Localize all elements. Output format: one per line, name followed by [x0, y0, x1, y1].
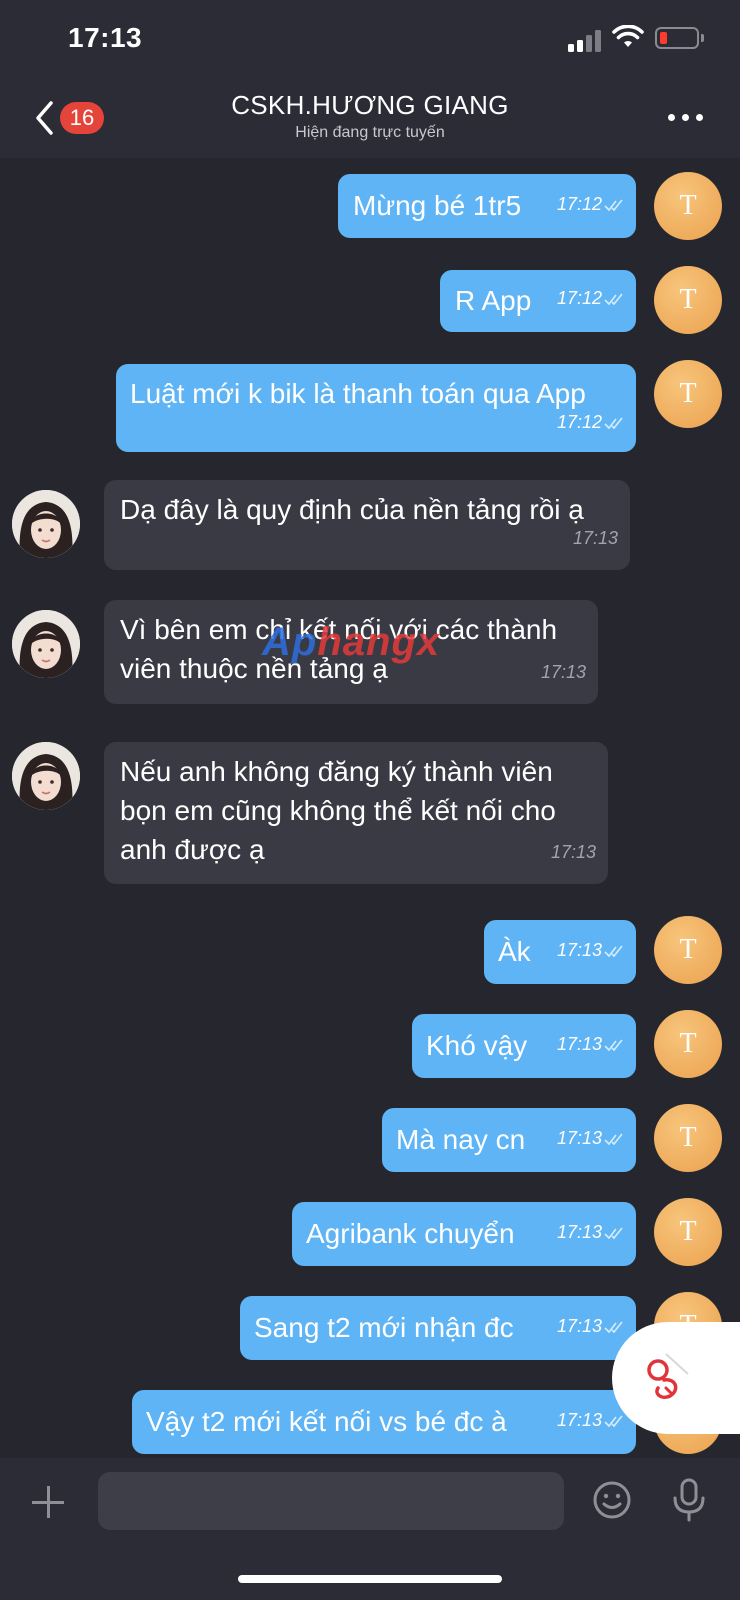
back-icon — [36, 101, 53, 135]
message-time: 17:13 — [550, 842, 596, 862]
check-icon — [604, 293, 623, 305]
message-meta: 17:13 — [557, 1213, 626, 1252]
message-outgoing[interactable]: Agribank chuyển 17:13 — [292, 1202, 636, 1266]
message-time: 17:13 — [556, 1222, 602, 1242]
contact-avatar[interactable] — [12, 742, 80, 810]
message-text: Mừng bé 1tr5 — [353, 190, 522, 221]
message-time: 17:12 — [556, 194, 602, 214]
check-icon — [604, 1321, 623, 1333]
plus-icon[interactable] — [30, 1484, 66, 1520]
message-time: 17:13 — [556, 1316, 602, 1336]
wifi-icon — [612, 25, 644, 47]
status-bar: 17:13 — [0, 0, 740, 82]
online-status: Hiện đang trực tuyến — [295, 124, 445, 141]
message-time: 17:13 — [556, 1034, 602, 1054]
watermark-part2: hangx — [317, 620, 441, 664]
message-list[interactable]: Mừng bé 1tr5 17:12 T R App 17:12 T Luật … — [0, 158, 740, 1458]
emoji-icon[interactable] — [592, 1480, 632, 1520]
message-time: 17:13 — [540, 662, 586, 682]
message-outgoing[interactable]: R App 17:12 — [440, 270, 636, 332]
message-meta: 17:13 — [557, 931, 626, 970]
avatar[interactable]: T — [654, 360, 722, 428]
message-meta: 17:12 — [557, 185, 626, 224]
home-indicator[interactable] — [238, 1575, 502, 1583]
message-meta: 17:13 — [557, 1025, 626, 1064]
message-text: Dạ đây là quy định của nền tảng rồi ạ — [120, 494, 584, 525]
message-outgoing[interactable]: Khó vậy 17:13 — [412, 1014, 636, 1078]
message-text: Àk — [498, 936, 531, 967]
message-outgoing[interactable]: Sang t2 mới nhận đc 17:13 — [240, 1296, 636, 1360]
contact-photo-icon — [12, 610, 80, 678]
message-outgoing[interactable]: Àk 17:13 — [484, 920, 636, 984]
signal-icon — [568, 28, 604, 52]
message-time: 17:12 — [556, 412, 602, 432]
message-text: Sang t2 mới nhận đc — [254, 1312, 514, 1343]
microphone-icon[interactable] — [671, 1478, 707, 1522]
message-time: 17:13 — [556, 1128, 602, 1148]
check-icon — [604, 1227, 623, 1239]
float-app-icon — [647, 1353, 689, 1400]
avatar[interactable]: T — [654, 1104, 722, 1172]
avatar[interactable]: T — [654, 1198, 722, 1266]
message-input[interactable] — [98, 1472, 564, 1530]
message-time: 17:12 — [556, 288, 602, 308]
status-time: 17:13 — [68, 22, 143, 53]
contact-avatar[interactable] — [12, 490, 80, 558]
message-text: Mà nay cn — [396, 1124, 526, 1155]
message-time: 17:13 — [572, 528, 618, 548]
back-button[interactable]: 16 — [30, 98, 110, 138]
chat-header: 16 CSKH.HƯƠNG GIANG Hiện đang trực tuyến — [0, 82, 740, 158]
message-time: 17:13 — [556, 1410, 602, 1430]
message-meta: 17:12 — [557, 403, 626, 442]
check-icon — [604, 199, 623, 211]
avatar[interactable]: T — [654, 1010, 722, 1078]
message-text: Vậy t2 mới kết nối vs bé đc à — [146, 1406, 507, 1437]
unread-count-badge: 16 — [60, 102, 104, 134]
message-text: Nếu anh không đăng ký thành viên bọn em … — [120, 756, 556, 865]
message-text: Luật mới k bik là thanh toán qua App — [130, 378, 586, 409]
message-meta: 17:13 — [557, 1307, 626, 1346]
message-time: 17:13 — [556, 940, 602, 960]
check-icon — [604, 945, 623, 957]
message-outgoing[interactable]: Mà nay cn 17:13 — [382, 1108, 636, 1172]
avatar[interactable]: T — [654, 916, 722, 984]
battery-icon — [655, 27, 699, 49]
contact-photo-icon — [12, 490, 80, 558]
message-text: Khó vậy — [426, 1030, 528, 1061]
message-text: R App — [455, 285, 532, 316]
check-icon — [604, 417, 623, 429]
watermark: Aphangx — [262, 620, 440, 665]
message-meta: 17:12 — [557, 279, 626, 318]
avatar[interactable]: T — [654, 266, 722, 334]
check-icon — [604, 1133, 623, 1145]
contact-photo-icon — [12, 742, 80, 810]
message-outgoing[interactable]: Luật mới k bik là thanh toán qua App 17:… — [116, 364, 636, 452]
contact-name[interactable]: CSKH.HƯƠNG GIANG — [120, 90, 620, 121]
floating-app-button[interactable] — [612, 1322, 740, 1434]
watermark-part1: Ap — [262, 620, 318, 664]
check-icon — [604, 1415, 623, 1427]
battery-nub — [701, 34, 704, 42]
message-meta: 17:13 — [557, 1119, 626, 1158]
contact-avatar[interactable] — [12, 610, 80, 678]
check-icon — [604, 1039, 623, 1051]
message-incoming[interactable]: Dạ đây là quy định của nền tảng rồi ạ 17… — [104, 480, 630, 570]
message-incoming[interactable]: Nếu anh không đăng ký thành viên bọn em … — [104, 742, 608, 884]
message-outgoing[interactable]: Vậy t2 mới kết nối vs bé đc à 17:13 — [132, 1390, 636, 1454]
more-button[interactable] — [666, 106, 706, 130]
message-outgoing[interactable]: Mừng bé 1tr5 17:12 — [338, 174, 636, 238]
avatar[interactable]: T — [654, 172, 722, 240]
message-text: Agribank chuyển — [306, 1218, 515, 1249]
message-meta: 17:13 — [557, 1401, 626, 1440]
